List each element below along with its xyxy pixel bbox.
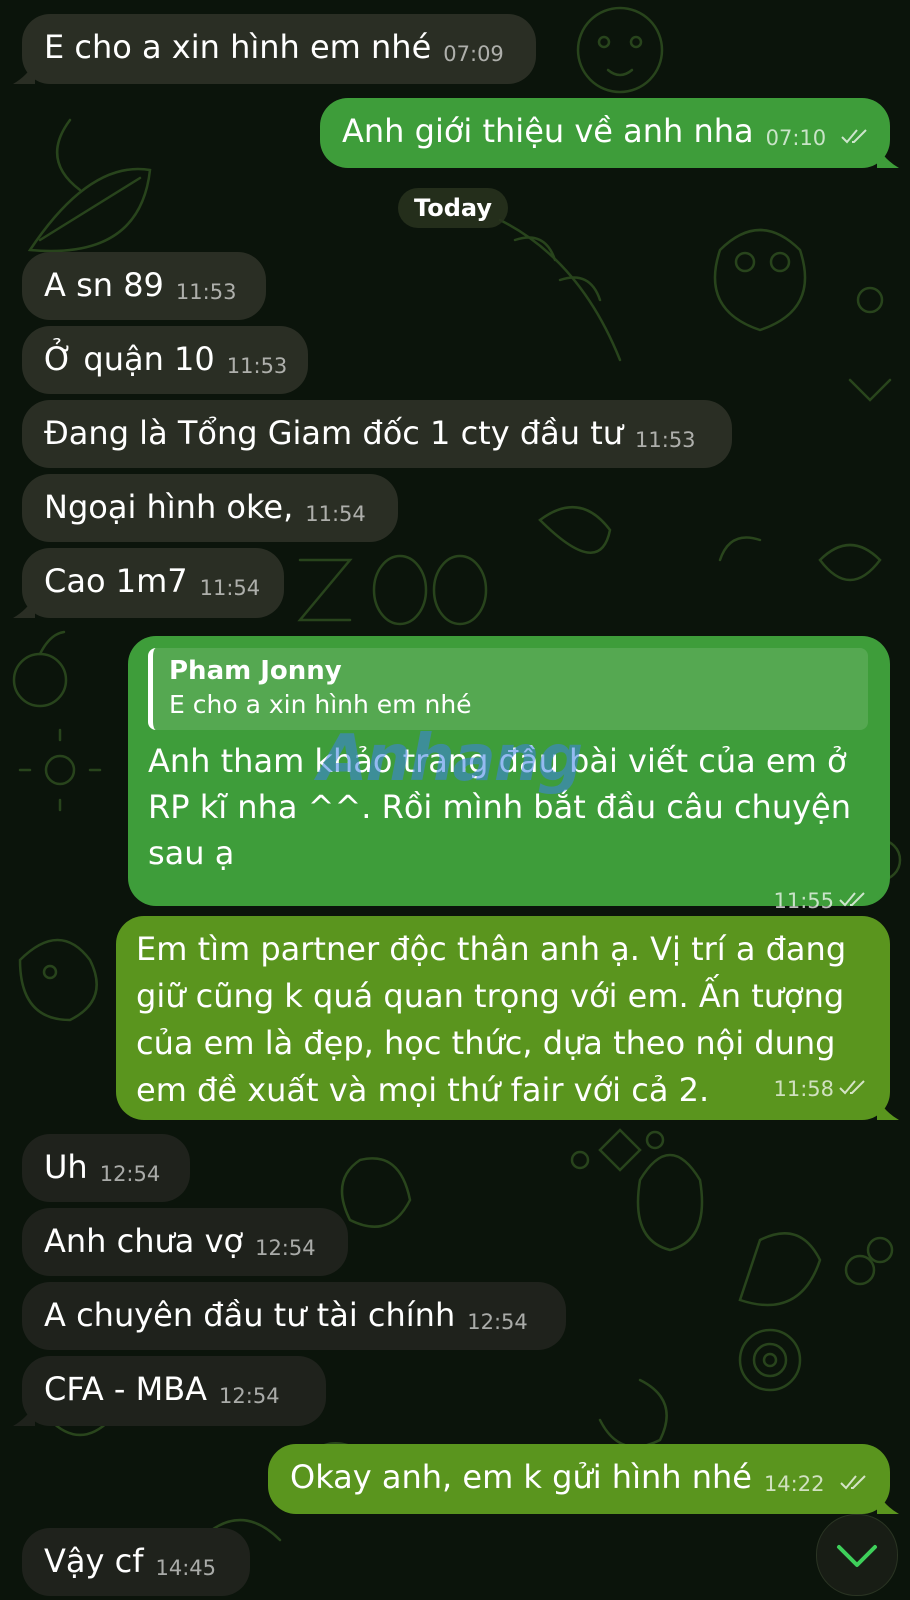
message-text: A sn 89 bbox=[44, 266, 164, 304]
message-bubble-outgoing[interactable]: Anh giới thiệu về anh nha 07:10 bbox=[320, 98, 899, 168]
message-time: 11:54 bbox=[305, 502, 366, 526]
message-time: 11:55 bbox=[773, 889, 834, 913]
message-text: Ngoại hình oke, bbox=[44, 488, 294, 526]
message-text: CFA - MBA bbox=[44, 1370, 208, 1408]
message-text: Vậy cf bbox=[44, 1542, 144, 1580]
reply-sender-name: Pham Jonny bbox=[169, 656, 342, 686]
message-text: Okay anh, em k gửi hình nhé bbox=[290, 1458, 752, 1496]
bubble-tail bbox=[877, 1492, 899, 1514]
reply-quote[interactable]: Pham Jonny E cho a xin hình em nhé bbox=[148, 648, 868, 730]
message-time: 12:54 bbox=[219, 1384, 280, 1408]
message-text: Đang là Tổng Giam đốc 1 cty đầu tư bbox=[44, 414, 624, 452]
message-time: 14:45 bbox=[155, 1556, 216, 1580]
scroll-to-bottom-button[interactable] bbox=[816, 1514, 898, 1596]
message-bubble-incoming[interactable]: Vậy cf 14:45 bbox=[22, 1528, 250, 1596]
message-time: 12:54 bbox=[255, 1236, 316, 1260]
message-bubble-incoming[interactable]: Uh 12:54 bbox=[22, 1134, 190, 1202]
message-text: Em tìm partner độc thân anh ạ. Vị trí a … bbox=[136, 930, 847, 1109]
message-bubble-incoming[interactable]: E cho a xin hình em nhé 07:09 bbox=[13, 14, 536, 84]
double-check-icon bbox=[839, 1475, 866, 1490]
message-text: Ở quận 10 bbox=[44, 340, 215, 378]
message-time: 14:22 bbox=[763, 1472, 825, 1496]
message-bubble-incoming[interactable]: A sn 89 11:53 bbox=[22, 252, 266, 320]
message-meta: 11:55 bbox=[148, 880, 868, 915]
message-text: Uh bbox=[44, 1148, 88, 1186]
message-time: 07:10 bbox=[765, 126, 827, 150]
date-separator: Today bbox=[398, 188, 508, 228]
message-bubble-incoming[interactable]: CFA - MBA 12:54 bbox=[13, 1356, 326, 1426]
message-time: 11:54 bbox=[199, 576, 261, 600]
message-bubble-incoming[interactable]: A chuyên đầu tư tài chính 12:54 bbox=[22, 1282, 566, 1350]
message-meta: 11:58 bbox=[761, 1059, 868, 1112]
message-text: Cao 1m7 bbox=[44, 562, 188, 600]
message-text: Anh giới thiệu về anh nha bbox=[342, 112, 754, 150]
message-bubble-incoming[interactable]: Ở quận 10 11:53 bbox=[22, 326, 308, 394]
bubble-tail bbox=[877, 146, 899, 168]
bubble-tail bbox=[13, 1404, 35, 1426]
message-bubble-incoming[interactable]: Đang là Tổng Giam đốc 1 cty đầu tư 11:53 bbox=[22, 400, 732, 468]
chevron-down-icon bbox=[837, 1545, 877, 1567]
message-text: E cho a xin hình em nhé bbox=[44, 28, 432, 66]
message-time: 12:54 bbox=[99, 1162, 161, 1186]
bubble-tail bbox=[877, 1098, 899, 1120]
message-bubble-outgoing-reply[interactable]: Pham Jonny E cho a xin hình em nhé Anh t… bbox=[128, 636, 890, 913]
watermark: Anhang bbox=[318, 722, 583, 796]
message-time: 11:53 bbox=[635, 428, 696, 452]
message-bubble-outgoing[interactable]: Em tìm partner độc thân anh ạ. Vị trí a … bbox=[116, 916, 899, 1120]
reply-quoted-text: E cho a xin hình em nhé bbox=[169, 690, 472, 719]
message-time: 11:58 bbox=[773, 1077, 834, 1101]
message-time: 11:53 bbox=[175, 280, 237, 304]
message-bubble-outgoing[interactable]: Okay anh, em k gửi hình nhé 14:22 bbox=[268, 1444, 899, 1514]
bubble-tail bbox=[13, 596, 35, 618]
double-check-icon bbox=[841, 129, 868, 144]
message-time: 11:53 bbox=[226, 354, 288, 378]
double-check-icon bbox=[839, 892, 865, 907]
bubble-tail bbox=[13, 62, 35, 84]
message-text: A chuyên đầu tư tài chính bbox=[44, 1296, 456, 1334]
message-time: 07:09 bbox=[443, 42, 504, 66]
message-time: 12:54 bbox=[467, 1310, 528, 1334]
double-check-icon bbox=[839, 1080, 865, 1095]
message-text: Anh chưa vợ bbox=[44, 1222, 244, 1260]
message-bubble-incoming[interactable]: Ngoại hình oke, 11:54 bbox=[22, 474, 398, 542]
message-bubble-incoming[interactable]: Anh chưa vợ 12:54 bbox=[22, 1208, 348, 1276]
message-bubble-incoming[interactable]: Cao 1m7 11:54 bbox=[13, 548, 284, 618]
